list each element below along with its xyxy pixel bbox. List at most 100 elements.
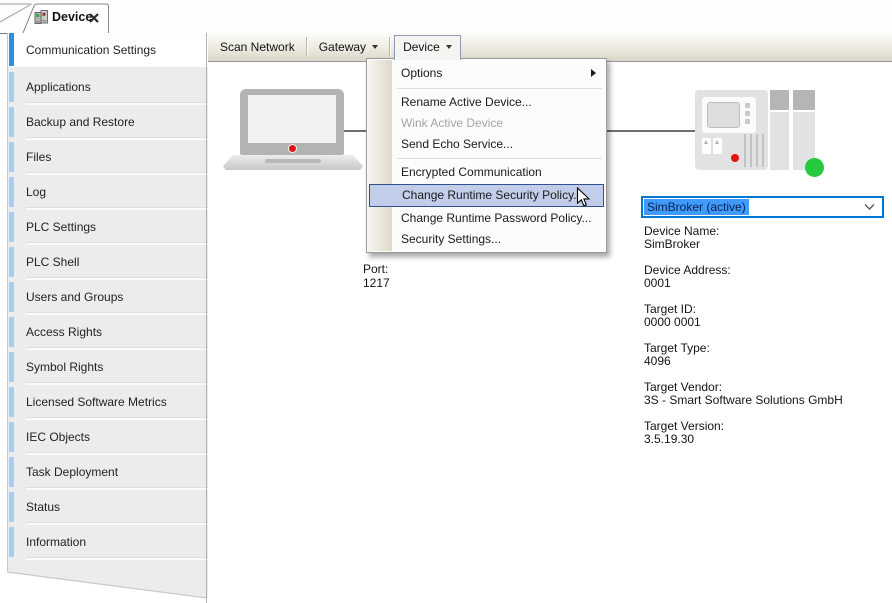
sidebar-item-access-rights[interactable]: Access Rights: [8, 315, 208, 350]
sidebar-item-label: Status: [26, 500, 60, 514]
menu-item-security-settings[interactable]: Security Settings...: [368, 229, 605, 250]
menu-item-label: Options: [401, 66, 442, 80]
sidebar-item-label: Access Rights: [26, 325, 102, 339]
toolbar-separator: [389, 37, 391, 57]
plc-body: [695, 90, 768, 170]
accent-strip: [9, 317, 14, 347]
sidebar-item-label: Backup and Restore: [26, 115, 135, 129]
sidebar-item-communication-settings[interactable]: Communication Settings: [8, 33, 208, 67]
tab-device[interactable]: Device: [22, 3, 110, 33]
accent-strip: [9, 212, 14, 242]
gateway-label: Gateway: [319, 40, 366, 54]
sidebar-item-label: PLC Shell: [26, 255, 79, 269]
info-value: 4096: [644, 355, 843, 368]
sidebar-item-label: Log: [26, 185, 46, 199]
laptop-trackpad: [265, 159, 321, 163]
plc-indicator: [745, 119, 750, 124]
menu-item-label: Wink Active Device: [401, 116, 503, 130]
sidebar-item-iec-objects[interactable]: IEC Objects: [8, 420, 208, 455]
sidebar-item-applications[interactable]: Applications: [8, 70, 208, 105]
plc-module-cap: [793, 90, 815, 110]
scan-network-button[interactable]: Scan Network: [212, 36, 303, 58]
menu-item-label: Security Settings...: [401, 232, 501, 246]
accent-strip: [9, 247, 14, 277]
toolbar-separator: [306, 37, 308, 57]
device-menu: Options Rename Active Device... Wink Act…: [366, 58, 607, 253]
accent-strip: [9, 492, 14, 522]
menu-item-options[interactable]: Options: [368, 61, 605, 85]
plc-module: [770, 112, 789, 170]
info-value: 0001: [644, 277, 843, 290]
sidebar-item-label: PLC Settings: [26, 220, 96, 234]
accent-strip: [9, 352, 14, 382]
sidebar-item-task-deployment[interactable]: Task Deployment: [8, 455, 208, 490]
accent-strip: [9, 422, 14, 452]
sidebar-item-licensed-software-metrics[interactable]: Licensed Software Metrics: [8, 385, 208, 420]
menu-item-change-runtime-password-policy[interactable]: Change Runtime Password Policy...: [368, 208, 605, 229]
device-dropdown-button[interactable]: Device: [394, 35, 461, 60]
red-led-icon: [288, 144, 297, 153]
gateway-port-info: Port: 1217: [363, 262, 390, 290]
plc-indicator: [745, 111, 750, 116]
chevron-down-icon[interactable]: [864, 203, 875, 211]
menu-item-rename-active-device[interactable]: Rename Active Device...: [368, 92, 605, 113]
sidebar-panel: Communication Settings Applications Back…: [7, 33, 208, 603]
info-pair: Target Vendor: 3S - Smart Software Solut…: [644, 381, 843, 407]
sidebar-item-log[interactable]: Log: [8, 175, 208, 210]
plc-screen: [707, 102, 740, 128]
combobox-selected-value: SimBroker (active): [644, 199, 749, 215]
plc-vent: [750, 134, 752, 167]
sidebar-item-label: Licensed Software Metrics: [26, 395, 167, 409]
sidebar-item-plc-shell[interactable]: PLC Shell: [8, 245, 208, 280]
menu-item-label: Send Echo Service...: [401, 137, 513, 151]
chevron-down-icon: [372, 45, 378, 49]
plc-vent: [756, 134, 758, 167]
accent-strip: [9, 33, 14, 66]
active-device-combobox[interactable]: SimBroker (active): [641, 196, 884, 218]
accent-strip: [9, 457, 14, 487]
gateway-dropdown-button[interactable]: Gateway: [311, 36, 386, 58]
sidebar-item-files[interactable]: Files: [8, 140, 208, 175]
sidebar-item-backup-and-restore[interactable]: Backup and Restore: [8, 105, 208, 140]
laptop-base: [223, 155, 363, 170]
sidebar-item-symbol-rights[interactable]: Symbol Rights: [8, 350, 208, 385]
sidebar-item-users-and-groups[interactable]: Users and Groups: [8, 280, 208, 315]
sidebar-item-label: Symbol Rights: [26, 360, 103, 374]
info-value: 3.5.19.30: [644, 433, 843, 446]
sidebar-item-information[interactable]: Information: [8, 525, 208, 560]
info-pair: Target ID: 0000 0001: [644, 303, 843, 329]
sidebar-right-border: [206, 33, 207, 603]
info-value: 3S - Smart Software Solutions GmbH: [644, 394, 843, 407]
info-value: SimBroker: [644, 238, 843, 251]
accent-strip: [9, 282, 14, 312]
sidebar-item-plc-settings[interactable]: PLC Settings: [8, 210, 208, 245]
sidebar-item-label: Applications: [26, 80, 91, 94]
port-label: Port:: [363, 262, 390, 276]
tab-title: Device: [52, 10, 92, 24]
sidebar-item-label: Information: [26, 535, 86, 549]
info-pair: Target Version: 3.5.19.30: [644, 420, 843, 446]
settings-sidebar: Communication Settings Applications Back…: [7, 33, 207, 603]
plc-vent: [744, 134, 746, 167]
menu-item-encrypted-communication[interactable]: Encrypted Communication: [368, 162, 605, 183]
menu-item-label: Change Runtime Password Policy...: [401, 211, 592, 225]
menu-item-label: Rename Active Device...: [401, 95, 532, 109]
close-icon[interactable]: [88, 12, 100, 24]
accent-strip: [9, 107, 14, 137]
plc-vent: [762, 134, 764, 167]
sidebar-item-status[interactable]: Status: [8, 490, 208, 525]
info-pair: Device Address: 0001: [644, 264, 843, 290]
accent-strip: [9, 177, 14, 207]
menu-item-change-runtime-security-policy[interactable]: Change Runtime Security Policy...: [369, 184, 604, 207]
laptop-screen: [248, 95, 336, 143]
menu-separator: [397, 88, 602, 89]
sidebar-item-label: Users and Groups: [26, 290, 123, 304]
submenu-arrow-icon: [591, 69, 596, 77]
device-icon: [34, 9, 49, 25]
accent-strip: [9, 72, 14, 102]
menu-item-send-echo-service[interactable]: Send Echo Service...: [368, 134, 605, 155]
status-online-green-dot: [805, 158, 824, 177]
settings-nav: Communication Settings Applications Back…: [8, 33, 208, 560]
sidebar-item-label: Communication Settings: [26, 43, 156, 57]
accent-strip: [9, 142, 14, 172]
